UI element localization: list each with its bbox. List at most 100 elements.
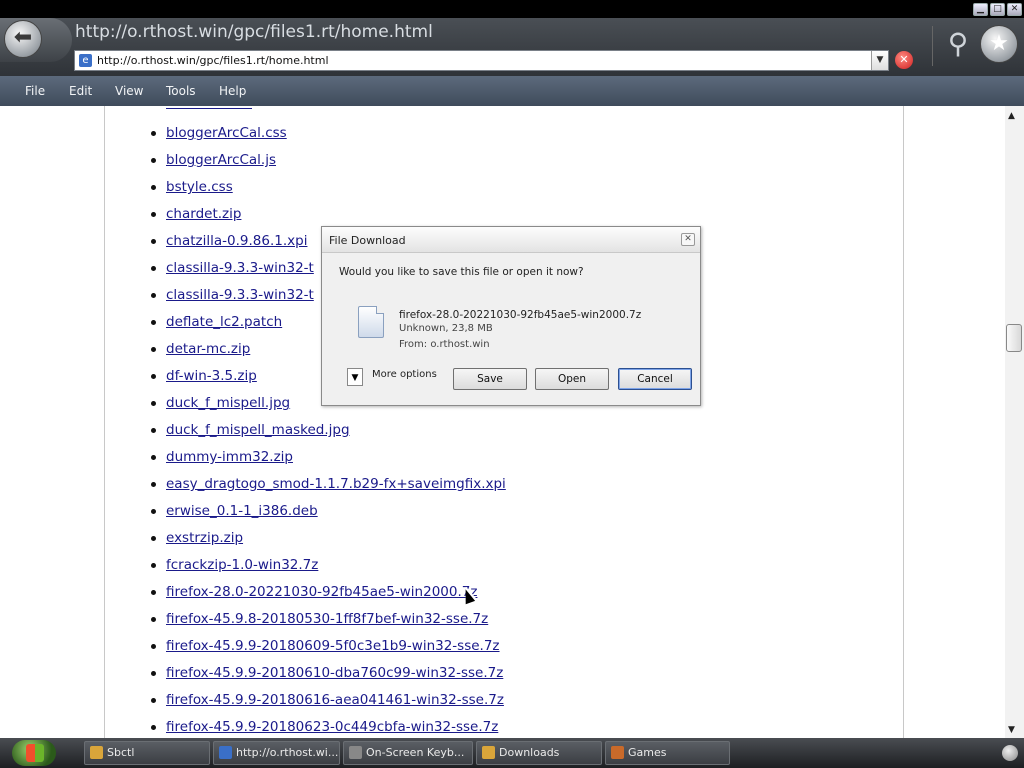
list-item: chardet.zip — [151, 206, 241, 222]
browser-icon — [219, 746, 232, 759]
dialog-file-type-size: Unknown, 23,8 MB — [399, 323, 493, 334]
file-link[interactable]: firefox-45.9.9-20180610-dba760c99-win32-… — [166, 665, 503, 681]
partial-link-top — [166, 106, 252, 109]
magnifier-icon: ⚲ — [947, 27, 969, 60]
taskbar-button[interactable]: Sbctl — [84, 741, 210, 765]
taskbar-button[interactable]: Downloads — [476, 741, 602, 765]
list-item: firefox-45.9.9-20180623-0c449cbfa-win32-… — [151, 719, 498, 735]
folder-icon — [90, 746, 103, 759]
system-tray-icon[interactable] — [1002, 745, 1018, 761]
menu-help[interactable]: Help — [219, 84, 246, 98]
vertical-scrollbar[interactable]: ▲ ▼ — [1005, 106, 1024, 738]
dialog-close-button[interactable]: ✕ — [681, 233, 695, 246]
file-link[interactable]: classilla-9.3.3-win32-t — [166, 260, 314, 276]
file-link[interactable]: duck_f_mispell_masked.jpg — [166, 422, 350, 438]
file-link[interactable]: firefox-45.9.8-20180530-1ff8f7bef-win32-… — [166, 611, 488, 627]
cancel-button[interactable]: Cancel — [618, 368, 692, 390]
dialog-title: File Download — [329, 234, 406, 247]
bullet-icon — [151, 617, 156, 622]
file-link[interactable]: chatzilla-0.9.86.1.xpi — [166, 233, 307, 249]
bullet-icon — [151, 644, 156, 649]
save-button[interactable]: Save — [453, 368, 527, 390]
star-icon: ★ — [989, 31, 1009, 56]
address-bar[interactable]: e http://o.rthost.win/gpc/files1.rt/home… — [74, 50, 889, 71]
bullet-icon — [151, 455, 156, 460]
page-content: bloggerArcCal.css bloggerArcCal.js bstyle.… — [0, 106, 1008, 738]
taskbar-button-label: On-Screen Keyb... — [366, 746, 465, 759]
list-item: detar-mc.zip — [151, 341, 250, 357]
file-link[interactable]: fcrackzip-1.0-win32.7z — [166, 557, 318, 573]
menu-tools[interactable]: Tools — [166, 84, 196, 98]
list-item: classilla-9.3.3-win32-t — [151, 260, 314, 276]
open-button[interactable]: Open — [535, 368, 609, 390]
list-item: fcrackzip-1.0-win32.7z — [151, 557, 318, 573]
bullet-icon — [151, 590, 156, 595]
menu-file[interactable]: File — [25, 84, 45, 98]
list-item: chatzilla-0.9.86.1.xpi — [151, 233, 307, 249]
file-link[interactable]: erwise_0.1-1_i386.deb — [166, 503, 318, 519]
dialog-titlebar: File Download ✕ — [322, 227, 700, 253]
file-link[interactable]: duck_f_mispell.jpg — [166, 395, 290, 411]
list-item: df-win-3.5.zip — [151, 368, 257, 384]
list-item: easy_dragtogo_smod-1.1.7.b29-fx+saveimgf… — [151, 476, 506, 492]
list-item: firefox-28.0-20221030-92fb45ae5-win2000.… — [151, 584, 477, 600]
taskbar-button[interactable]: Games — [605, 741, 730, 765]
chevron-down-icon: ▼ — [351, 373, 359, 383]
search-button[interactable]: ⚲ — [940, 26, 976, 62]
menu-edit[interactable]: Edit — [69, 84, 92, 98]
bullet-icon — [151, 536, 156, 541]
scroll-thumb[interactable] — [1006, 324, 1022, 352]
file-link[interactable]: bstyle.css — [166, 179, 233, 195]
back-button[interactable]: ⬅ — [4, 20, 42, 58]
stop-button[interactable]: ✕ — [895, 51, 913, 69]
file-link[interactable]: detar-mc.zip — [166, 341, 250, 357]
bullet-icon — [151, 725, 156, 730]
file-link[interactable]: firefox-45.9.9-20180623-0c449cbfa-win32-… — [166, 719, 498, 735]
list-item: bloggerArcCal.css — [151, 125, 287, 141]
bullet-icon — [151, 509, 156, 514]
file-link[interactable]: classilla-9.3.3-win32-t — [166, 287, 314, 303]
folder-icon — [482, 746, 495, 759]
start-button[interactable] — [12, 740, 56, 766]
windows-logo-icon — [26, 744, 44, 762]
scroll-up-arrow-icon[interactable]: ▲ — [1008, 111, 1015, 121]
file-link[interactable]: firefox-45.9.9-20180609-5f0c3e1b9-win32-… — [166, 638, 500, 654]
taskbar-button-label: Games — [628, 746, 667, 759]
list-item: firefox-45.9.9-20180609-5f0c3e1b9-win32-… — [151, 638, 500, 654]
list-item: exstrzip.zip — [151, 530, 243, 546]
file-link[interactable]: easy_dragtogo_smod-1.1.7.b29-fx+saveimgf… — [166, 476, 506, 492]
file-link[interactable]: bloggerArcCal.css — [166, 125, 287, 141]
bullet-icon — [151, 482, 156, 487]
file-link[interactable]: exstrzip.zip — [166, 530, 243, 546]
list-item: duck_f_mispell.jpg — [151, 395, 290, 411]
bullet-icon — [151, 266, 156, 271]
scroll-down-arrow-icon[interactable]: ▼ — [1008, 725, 1015, 735]
taskbar-button-label: http://o.rthost.wi... — [236, 746, 339, 759]
toolbar-separator — [932, 26, 933, 66]
close-window-button[interactable]: ✕ — [1007, 3, 1022, 16]
taskbar-button-label: Downloads — [499, 746, 560, 759]
file-link[interactable]: bloggerArcCal.js — [166, 152, 276, 168]
file-link[interactable]: df-win-3.5.zip — [166, 368, 257, 384]
bullet-icon — [151, 563, 156, 568]
file-link[interactable]: firefox-28.0-20221030-92fb45ae5-win2000.… — [166, 584, 477, 600]
favorites-button[interactable]: ★ — [980, 25, 1018, 63]
address-dropdown-button[interactable]: ▼ — [871, 51, 888, 70]
taskbar-button[interactable]: On-Screen Keyb... — [343, 741, 473, 765]
maximize-button[interactable]: □ — [990, 3, 1005, 16]
menu-view[interactable]: View — [115, 84, 143, 98]
file-link[interactable]: deflate_lc2.patch — [166, 314, 282, 330]
address-input[interactable]: http://o.rthost.win/gpc/files1.rt/home.h… — [97, 54, 329, 67]
more-options-label[interactable]: More options — [372, 369, 437, 380]
list-item: firefox-45.9.9-20180610-dba760c99-win32-… — [151, 665, 503, 681]
file-link[interactable]: dummy-imm32.zip — [166, 449, 293, 465]
bullet-icon — [151, 698, 156, 703]
file-link[interactable]: firefox-45.9.9-20180616-aea041461-win32-… — [166, 692, 504, 708]
menu-bar: File Edit View Tools Help — [0, 76, 1024, 106]
file-link[interactable]: chardet.zip — [166, 206, 241, 222]
more-options-button[interactable]: ▼ — [347, 368, 363, 386]
minimize-button[interactable]: ▁ — [973, 3, 988, 16]
taskbar-button[interactable]: http://o.rthost.wi... — [213, 741, 340, 765]
bullet-icon — [151, 185, 156, 190]
bullet-icon — [151, 212, 156, 217]
